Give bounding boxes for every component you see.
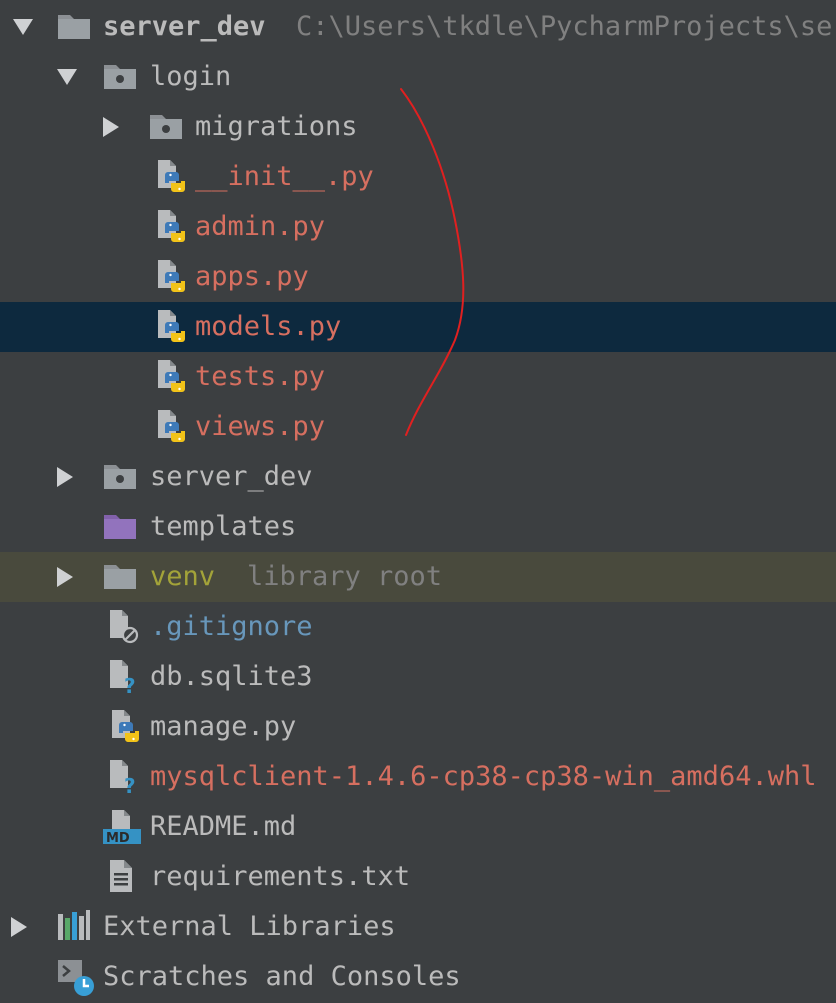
tree-label-db: db.sqlite3 xyxy=(150,661,313,692)
folder-icon xyxy=(102,558,138,594)
unknown-file-icon: ? xyxy=(104,758,140,794)
python-file-icon xyxy=(106,708,142,744)
tree-row-file[interactable]: apps.py xyxy=(0,252,836,302)
expand-arrow-right-icon[interactable] xyxy=(54,566,76,588)
expand-arrow-right-icon[interactable] xyxy=(54,466,76,488)
tree-row-venv[interactable]: venv library root xyxy=(0,552,836,602)
tree-label-gitignore: .gitignore xyxy=(150,611,313,642)
library-root-hint: library root xyxy=(247,561,443,592)
tree-label-venv: venv xyxy=(150,561,216,592)
tree-label-requirements: requirements.txt xyxy=(150,861,411,892)
tree-row-gitignore[interactable]: .gitignore xyxy=(0,602,836,652)
ignore-file-icon xyxy=(104,608,140,644)
tree-label-whl: mysqlclient-1.4.6-cp38-cp38-win_amd64.wh… xyxy=(150,761,817,792)
expand-arrow-right-icon[interactable] xyxy=(100,116,122,138)
python-file-icon xyxy=(152,208,188,244)
tree-row-templates[interactable]: templates xyxy=(0,502,836,552)
tree-label-file: __init__.py xyxy=(195,161,374,192)
tree-label-file: tests.py xyxy=(195,361,326,392)
tree-row-root[interactable]: server_dev C:\Users\tkdle\PycharmProject… xyxy=(0,2,836,52)
package-folder-icon xyxy=(148,108,184,144)
expand-arrow-right-icon[interactable] xyxy=(8,916,30,938)
python-file-icon xyxy=(152,158,188,194)
expand-arrow-down-icon[interactable] xyxy=(56,66,78,88)
unknown-file-icon: ? xyxy=(104,658,140,694)
python-file-icon xyxy=(152,308,188,344)
python-file-icon xyxy=(152,258,188,294)
tree-row-whl[interactable]: ? mysqlclient-1.4.6-cp38-cp38-win_amd64.… xyxy=(0,752,836,802)
tree-label-root: server_dev xyxy=(103,11,266,42)
tree-label-file: admin.py xyxy=(195,211,326,242)
project-path: C:\Users\tkdle\PycharmProjects\server_de… xyxy=(296,11,836,42)
markdown-file-icon: MD xyxy=(102,808,141,846)
tree-row-file[interactable]: admin.py xyxy=(0,202,836,252)
tree-row-file[interactable]: tests.py xyxy=(0,352,836,402)
tree-row-scratches[interactable]: Scratches and Consoles xyxy=(0,952,836,1002)
tree-label-login: login xyxy=(150,61,232,92)
tree-row-login[interactable]: login xyxy=(0,52,836,102)
tree-row-file[interactable]: __init__.py xyxy=(0,152,836,202)
python-file-icon xyxy=(152,408,188,444)
tree-label-templates: templates xyxy=(150,511,297,542)
tree-label-scratches: Scratches and Consoles xyxy=(103,961,461,992)
tree-row-file[interactable]: views.py xyxy=(0,402,836,452)
tree-row-readme[interactable]: MD README.md xyxy=(0,802,836,852)
tree-label-migrations: migrations xyxy=(195,111,358,142)
folder-icon xyxy=(56,8,92,44)
svg-text:?: ? xyxy=(124,674,136,694)
tree-label-file: models.py xyxy=(195,311,342,342)
svg-text:?: ? xyxy=(124,774,136,794)
tree-label-manage: manage.py xyxy=(150,711,297,742)
tree-label-external-libraries: External Libraries xyxy=(103,911,396,942)
tree-label-file: apps.py xyxy=(195,261,309,292)
text-file-icon xyxy=(104,858,140,894)
tree-row-db[interactable]: ? db.sqlite3 xyxy=(0,652,836,702)
tree-row-file-selected[interactable]: models.py xyxy=(0,302,836,352)
tree-row-external-libraries[interactable]: External Libraries xyxy=(0,902,836,952)
package-folder-icon xyxy=(102,58,138,94)
templates-folder-icon xyxy=(102,508,138,544)
tree-row-migrations[interactable]: migrations xyxy=(0,102,836,152)
package-folder-icon xyxy=(102,458,138,494)
library-icon xyxy=(56,908,92,944)
tree-row-manage[interactable]: manage.py xyxy=(0,702,836,752)
tree-label-server-dev: server_dev xyxy=(150,461,313,492)
markdown-badge-text: MD xyxy=(106,831,130,846)
tree-label-file: views.py xyxy=(195,411,326,442)
expand-arrow-down-icon[interactable] xyxy=(12,16,34,38)
tree-row-requirements[interactable]: requirements.txt xyxy=(0,852,836,902)
tree-label-readme: README.md xyxy=(150,811,297,842)
tree-row-server-dev-package[interactable]: server_dev xyxy=(0,452,836,502)
python-file-icon xyxy=(152,358,188,394)
scratches-icon xyxy=(56,958,94,996)
